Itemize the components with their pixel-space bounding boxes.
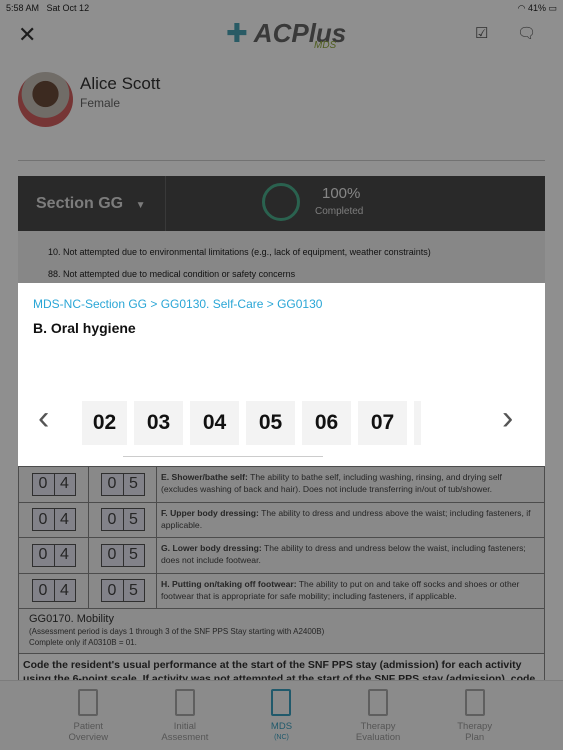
choice-03[interactable]: 03 [134,401,183,445]
choice-05[interactable]: 05 [246,401,295,445]
scrollbar[interactable] [123,456,323,457]
choice-06[interactable]: 06 [302,401,351,445]
answer-picker-modal: MDS-NC-Section GG > GG0130. Self-Care > … [18,283,545,466]
chevron-left-icon[interactable]: ‹ [38,401,49,435]
choice-partial[interactable] [414,401,421,445]
choice-04[interactable]: 04 [190,401,239,445]
question-title: B. Oral hygiene [33,320,136,336]
choice-02[interactable]: 02 [82,401,127,445]
chevron-right-icon[interactable]: › [502,401,513,435]
breadcrumb: MDS-NC-Section GG > GG0130. Self-Care > … [33,297,323,311]
choice-07[interactable]: 07 [358,401,407,445]
choice-list: 02 03 04 05 06 07 [82,401,472,445]
